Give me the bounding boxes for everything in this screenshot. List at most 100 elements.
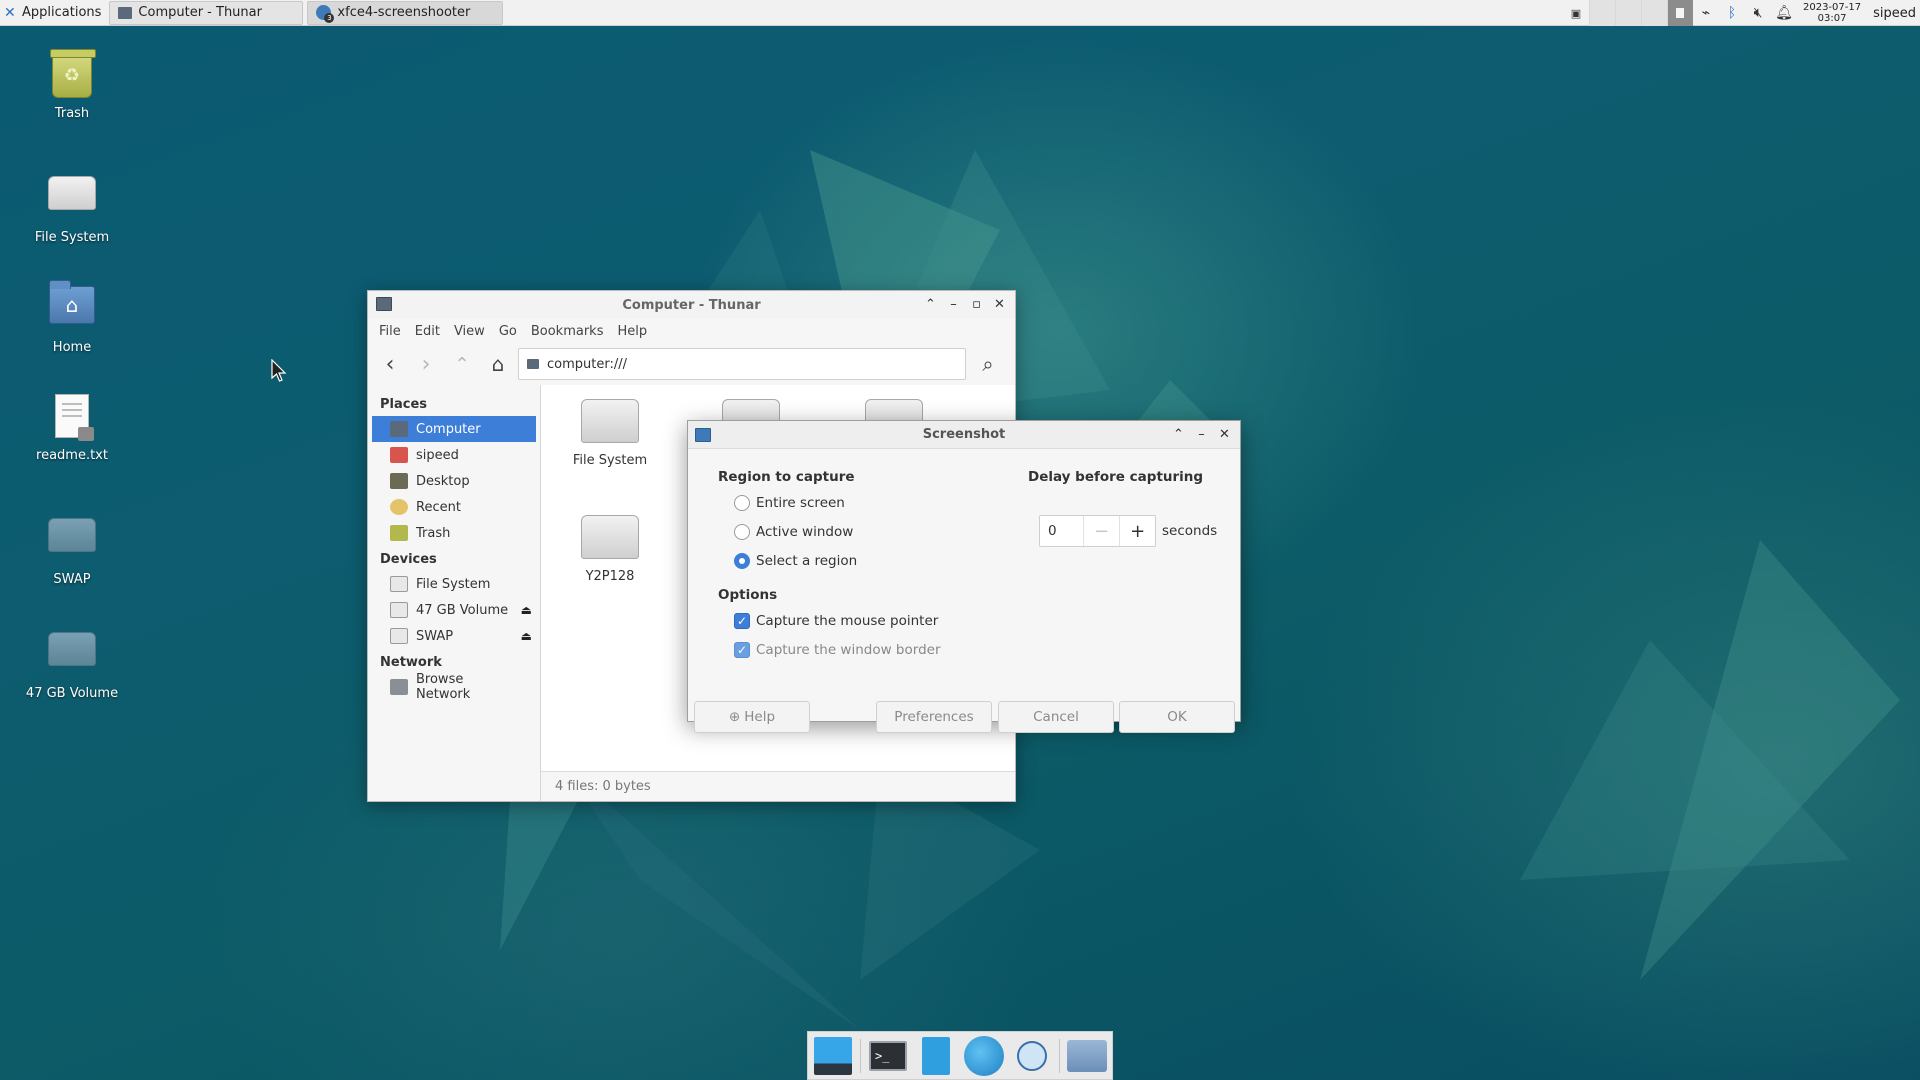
- show-desktop-icon[interactable]: ▣: [1563, 0, 1589, 26]
- search-icon: [1017, 1040, 1047, 1071]
- checkbox-checked[interactable]: ✓: [734, 613, 750, 629]
- checkbox-label: Capture the window border: [756, 642, 941, 658]
- applications-menu[interactable]: ✕ Applications: [0, 0, 105, 26]
- bluetooth-icon[interactable]: ᛒ: [1719, 0, 1745, 26]
- maximize-button[interactable]: ▫: [967, 295, 986, 314]
- dock-file-manager[interactable]: [915, 1035, 957, 1077]
- notification-bell-icon[interactable]: 🔔︎: [1771, 0, 1797, 26]
- sidebar-item-computer[interactable]: Computer: [372, 416, 536, 442]
- clock[interactable]: 2023-07-17 03:07: [1797, 2, 1867, 24]
- screenshot-dialog: Screenshot ⌃ – ✕ Region to capture Entir…: [687, 420, 1241, 733]
- help-button[interactable]: ⊕ Help: [694, 701, 810, 733]
- user-menu[interactable]: sipeed: [1867, 6, 1920, 21]
- screenshooter-icon: 3: [316, 5, 335, 23]
- workspace-3[interactable]: [1640, 0, 1667, 26]
- home-button[interactable]: ⌂: [482, 348, 514, 380]
- menu-go[interactable]: Go: [492, 324, 524, 339]
- file-item-y2p128[interactable]: Y2P128: [555, 515, 665, 584]
- cancel-button[interactable]: Cancel: [998, 701, 1114, 733]
- dock-web-browser[interactable]: [963, 1035, 1005, 1077]
- dialog-titlebar[interactable]: Screenshot ⌃ – ✕: [688, 421, 1240, 449]
- window-count-badge: 3: [324, 13, 335, 23]
- sidebar-item-label: Desktop: [416, 473, 470, 489]
- delay-value[interactable]: 0: [1040, 516, 1084, 546]
- sidebar-item-home[interactable]: sipeed: [372, 442, 536, 468]
- minimize-button[interactable]: –: [944, 295, 963, 314]
- menu-view[interactable]: View: [447, 324, 492, 339]
- drive-icon: [390, 628, 408, 644]
- sidebar-item-47gb-volume[interactable]: 47 GB Volume ⏏: [372, 597, 536, 623]
- sidebar-item-recent[interactable]: Recent: [372, 494, 536, 520]
- sidebar-item-label: Recent: [416, 499, 461, 515]
- workspace-1[interactable]: [1588, 0, 1615, 26]
- computer-icon: [527, 359, 539, 369]
- back-button[interactable]: ‹: [374, 348, 406, 380]
- dialog-title: Screenshot: [922, 427, 1006, 442]
- sidebar-item-trash[interactable]: Trash: [372, 520, 536, 546]
- desktop-icon-label: Home: [52, 340, 92, 355]
- decrement-button[interactable]: −: [1084, 516, 1120, 546]
- desktop-icon-trash[interactable]: Trash: [12, 49, 132, 121]
- location-bar[interactable]: computer:///: [518, 348, 966, 380]
- sidebar-item-swap[interactable]: SWAP ⏏: [372, 623, 536, 649]
- checkbox-capture-border[interactable]: ✓ Capture the window border: [734, 642, 941, 658]
- radio-active-window[interactable]: Active window: [734, 524, 853, 540]
- dock-folder[interactable]: [1066, 1035, 1108, 1077]
- web-browser-icon: [964, 1035, 1004, 1076]
- workspace-2[interactable]: [1614, 0, 1641, 26]
- menu-help[interactable]: Help: [610, 324, 654, 339]
- delay-spinbox[interactable]: 0 − +: [1039, 515, 1156, 547]
- drive-icon: [390, 602, 408, 618]
- network-icon[interactable]: ⌁: [1693, 0, 1719, 26]
- menu-bookmarks[interactable]: Bookmarks: [524, 324, 611, 339]
- sidebar-item-desktop[interactable]: Desktop: [372, 468, 536, 494]
- radio-button-selected[interactable]: [734, 553, 750, 569]
- checkbox-label: Capture the mouse pointer: [756, 613, 939, 629]
- desktop-icon-home[interactable]: Home: [12, 280, 132, 355]
- dock-terminal[interactable]: >_: [867, 1035, 909, 1077]
- sidebar-item-label: SWAP: [416, 628, 454, 644]
- menu-file[interactable]: File: [372, 324, 408, 339]
- desktop-icon-47gb-volume[interactable]: 47 GB Volume: [12, 622, 132, 701]
- system-tray: ▣ ⌁ ᛒ 🔇︎ 🔔︎ 2023-07-17 03:07 sipeed: [1563, 0, 1920, 26]
- dock-app-finder[interactable]: [1011, 1035, 1053, 1077]
- sidebar-item-browse-network[interactable]: Browse Network: [372, 672, 536, 702]
- radio-select-region[interactable]: Select a region: [734, 553, 857, 569]
- up-button[interactable]: ⌃: [446, 348, 478, 380]
- workspace-4[interactable]: [1666, 0, 1693, 26]
- close-button[interactable]: ✕: [990, 295, 1009, 314]
- minimize-button[interactable]: –: [1192, 425, 1211, 444]
- eject-icon[interactable]: ⏏: [521, 629, 532, 643]
- file-item-file-system[interactable]: File System: [555, 399, 665, 468]
- desktop-icon-label: 47 GB Volume: [25, 686, 119, 701]
- desktop-icon-swap[interactable]: SWAP: [12, 508, 132, 587]
- mouse-pointer-icon: [271, 359, 287, 382]
- shade-button[interactable]: ⌃: [921, 295, 940, 314]
- terminal-icon: >_: [869, 1040, 907, 1071]
- shade-button[interactable]: ⌃: [1169, 425, 1188, 444]
- checkbox-capture-pointer[interactable]: ✓ Capture the mouse pointer: [734, 613, 938, 629]
- preferences-button[interactable]: Preferences: [876, 701, 992, 733]
- thunar-titlebar[interactable]: Computer - Thunar ⌃ – ▫ ✕: [368, 291, 1015, 319]
- desktop-icon-readme[interactable]: readme.txt: [12, 394, 132, 463]
- radio-entire-screen[interactable]: Entire screen: [734, 495, 845, 511]
- radio-button[interactable]: [734, 524, 750, 540]
- ok-button-label: OK: [1167, 709, 1187, 725]
- ok-button[interactable]: OK: [1119, 701, 1235, 733]
- increment-button[interactable]: +: [1119, 516, 1155, 546]
- radio-button[interactable]: [734, 495, 750, 511]
- menu-edit[interactable]: Edit: [408, 324, 447, 339]
- volume-muted-icon[interactable]: 🔇︎: [1745, 0, 1771, 26]
- eject-icon[interactable]: ⏏: [521, 603, 532, 617]
- taskbar-item-screenshooter[interactable]: 3 xfce4-screenshooter: [307, 0, 504, 25]
- dock-show-desktop[interactable]: [812, 1035, 854, 1077]
- taskbar-item-thunar[interactable]: Computer - Thunar: [109, 0, 304, 25]
- side-pane: Places Computer sipeed Desktop Recent Tr…: [368, 385, 541, 801]
- taskbar-item-label: Computer - Thunar: [138, 5, 262, 20]
- close-button[interactable]: ✕: [1215, 425, 1234, 444]
- desktop-icon-file-system[interactable]: File System: [12, 166, 132, 245]
- checkbox-checked[interactable]: ✓: [734, 642, 750, 658]
- sidebar-item-file-system[interactable]: File System: [372, 571, 536, 597]
- search-button[interactable]: ⌕: [972, 348, 1004, 380]
- forward-button[interactable]: ›: [410, 348, 442, 380]
